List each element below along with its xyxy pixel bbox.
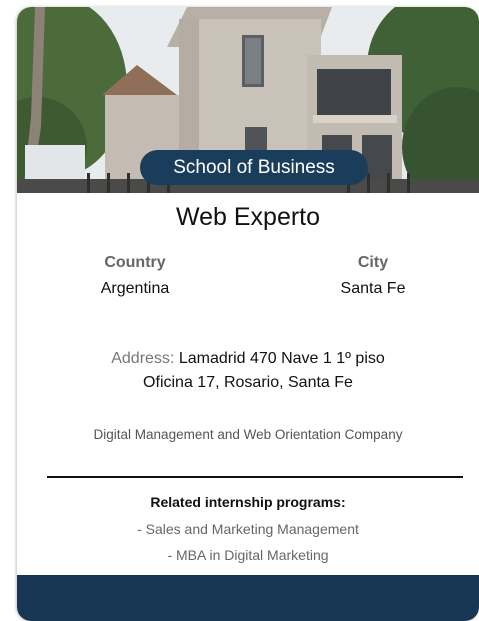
address-block: Address: Lamadrid 470 Nave 1 1º piso Ofi… xyxy=(17,347,479,395)
country-value: Argentina xyxy=(100,280,170,297)
country-column: Country Argentina xyxy=(55,251,215,303)
address-label: Address: xyxy=(111,350,175,367)
city-value: Santa Fe xyxy=(340,280,406,297)
city-label: City xyxy=(357,254,389,271)
country-label: Country xyxy=(104,254,166,271)
related-programs-heading: Related internship programs: xyxy=(150,494,346,510)
company-card: School of Business Web Experto Country A… xyxy=(17,7,479,621)
category-badge: School of Business xyxy=(140,150,368,185)
city-column: City Santa Fe xyxy=(293,251,453,303)
list-item: - Sales and Marketing Management xyxy=(137,521,359,537)
section-divider xyxy=(47,476,463,478)
related-programs-list: - Sales and Marketing Management - MBA i… xyxy=(17,516,479,568)
card-footer-bar xyxy=(17,575,479,621)
company-photo: School of Business xyxy=(17,7,479,193)
list-item: - MBA in Digital Marketing xyxy=(167,547,329,563)
company-description: Digital Management and Web Orientation C… xyxy=(93,427,403,442)
address-line-1: Lamadrid 470 Nave 1 1º piso xyxy=(178,350,385,367)
company-name: Web Experto xyxy=(175,203,321,231)
address-line-2: Oficina 17, Rosario, Santa Fe xyxy=(143,374,353,391)
